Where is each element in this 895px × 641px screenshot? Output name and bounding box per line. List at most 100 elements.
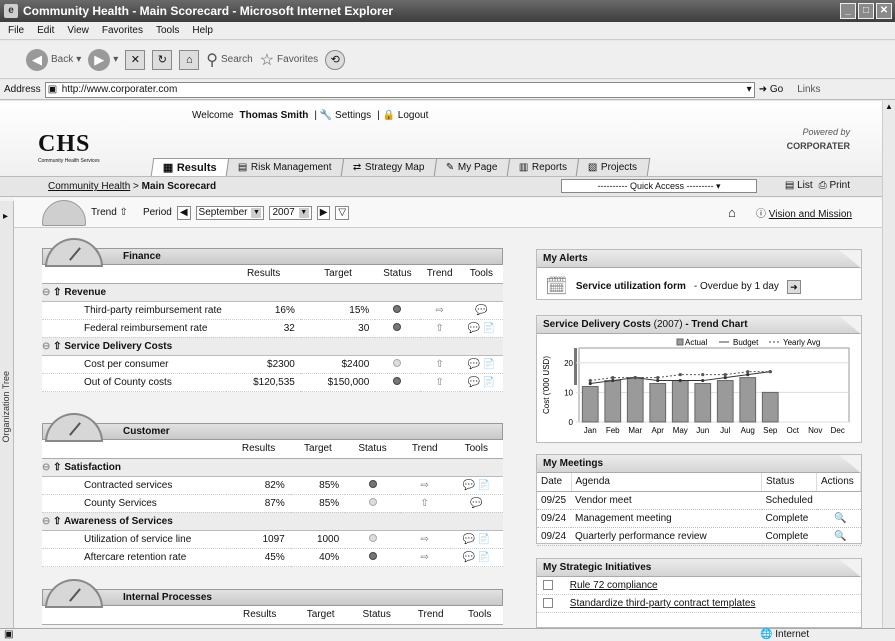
menu-edit[interactable]: Edit: [37, 25, 54, 36]
comment-icon[interactable]: 💬: [468, 323, 480, 334]
menu-view[interactable]: View: [67, 25, 89, 36]
initiative-checkbox[interactable]: [543, 580, 553, 591]
meeting-status: Scheduled: [761, 491, 817, 510]
next-period-button[interactable]: ▶: [316, 205, 331, 220]
magnify-icon[interactable]: 🔍: [834, 513, 846, 524]
forward-button[interactable]: ▶ ▾: [88, 48, 118, 71]
home-page-icon[interactable]: ⌂: [728, 205, 736, 220]
comment-icon[interactable]: 💬: [462, 480, 474, 491]
vertical-scrollbar[interactable]: ▲: [882, 101, 895, 628]
home-icon[interactable]: ⌂: [179, 49, 200, 70]
comment-icon[interactable]: ▽: [335, 205, 350, 220]
prev-period-button[interactable]: ◀: [176, 205, 191, 220]
tab-results[interactable]: ▦ Results: [150, 158, 230, 176]
year-select[interactable]: 2007 ▼: [269, 205, 312, 220]
kpi-name[interactable]: County Services: [42, 494, 227, 513]
col-status[interactable]: Status: [761, 473, 817, 492]
stop-icon[interactable]: ✕: [125, 49, 146, 70]
gauge-icon: [42, 199, 86, 226]
list-button[interactable]: ▤ List: [785, 180, 813, 191]
settings-link[interactable]: | 🔧 Settings: [314, 110, 371, 121]
kpi-row[interactable]: Third-party reimbursement rate 16% 15% ⇨ 💬: [42, 301, 503, 320]
kpi-row[interactable]: County Services 87% 85% ⇧ 💬: [42, 494, 503, 513]
menu-tools[interactable]: Tools: [156, 25, 179, 36]
document-icon[interactable]: 📄: [483, 377, 495, 388]
links-button[interactable]: Links: [797, 84, 820, 95]
kpi-name[interactable]: Third-party reimbursement rate: [42, 301, 227, 320]
comment-icon[interactable]: 💬: [470, 498, 482, 509]
address-input[interactable]: ▣ http://www.corporater.com ▾: [44, 81, 755, 98]
trend-toggle[interactable]: Trend ⇧: [91, 207, 128, 218]
section-row[interactable]: ⊖ ⇧ Satisfaction: [42, 458, 503, 477]
collapse-icon[interactable]: ⊖: [42, 287, 50, 298]
back-button[interactable]: ◀ Back ▾: [26, 48, 81, 71]
document-icon[interactable]: 📄: [478, 534, 490, 545]
comment-icon[interactable]: 💬: [468, 377, 480, 388]
tab-risk-management[interactable]: ▤ Risk Management: [225, 158, 345, 176]
kpi-name[interactable]: Contracted services: [42, 476, 227, 495]
kpi-row[interactable]: Contracted services 82% 85% ⇨ 💬 📄: [42, 476, 503, 495]
refresh-icon[interactable]: ↻: [152, 49, 173, 70]
open-alert-icon[interactable]: ➜: [786, 279, 801, 294]
favorites-button[interactable]: ☆ Favorites: [260, 50, 318, 70]
meeting-row[interactable]: 09/24 Quarterly performance review Complet…: [537, 527, 861, 546]
kpi-name[interactable]: Federal reimbursement rate: [42, 319, 227, 338]
menu-file[interactable]: File: [8, 25, 24, 36]
kpi-row[interactable]: Utilization of service line 1097 1000 ⇨ 💬 📄: [42, 530, 503, 549]
kpi-name[interactable]: Out of County costs: [42, 373, 227, 392]
document-icon[interactable]: 📄: [478, 480, 490, 491]
initiative-item[interactable]: Standardize third-party contract templat…: [537, 595, 861, 613]
tab-my-page[interactable]: ✎ My Page: [433, 158, 511, 176]
section-row[interactable]: ⊖ ⇧ Revenue: [42, 283, 503, 302]
comment-icon[interactable]: 💬: [462, 552, 474, 563]
initiative-checkbox[interactable]: [543, 598, 553, 609]
initiative-item[interactable]: Rule 72 compliance: [537, 577, 861, 595]
document-icon[interactable]: 📄: [483, 323, 495, 334]
kpi-row[interactable]: Aftercare retention rate 45% 40% ⇨ 💬 📄: [42, 548, 503, 567]
col-actions[interactable]: Actions: [816, 473, 861, 492]
comment-icon[interactable]: 💬: [462, 534, 474, 545]
maximize-button[interactable]: □: [858, 3, 874, 19]
meeting-row[interactable]: 09/25 Vendor meet Scheduled: [537, 491, 861, 510]
kpi-name[interactable]: Utilization of service line: [42, 530, 227, 549]
kpi-name[interactable]: Aftercare retention rate: [42, 548, 227, 567]
kpi-name[interactable]: Cost per consumer: [42, 355, 227, 374]
close-button[interactable]: ✕: [876, 3, 892, 19]
alert-item[interactable]: Service utilization form: [576, 281, 686, 292]
tab-projects[interactable]: ▧ Projects: [576, 158, 651, 176]
month-select[interactable]: September ▼: [195, 205, 265, 220]
kpi-row[interactable]: Federal reimbursement rate 32 30 ⇧ 💬 📄: [42, 319, 503, 338]
organization-tree-toggle[interactable]: ▸ Organization Tree: [0, 201, 14, 628]
logout-link[interactable]: | 🔒 Logout: [377, 110, 428, 121]
history-icon[interactable]: ⟲: [325, 49, 346, 70]
document-icon[interactable]: 📄: [483, 359, 495, 370]
kpi-row[interactable]: Cost per consumer $2300 $2400 ⇧ 💬 📄: [42, 355, 503, 374]
collapse-icon[interactable]: ⊖: [42, 516, 50, 527]
meeting-row[interactable]: 09/24 Management meeting Complete 🔍: [537, 509, 861, 528]
breadcrumb-root[interactable]: Community Health: [48, 181, 130, 192]
col-agenda[interactable]: Agenda: [571, 473, 762, 492]
gauge-icon: [45, 579, 103, 608]
section-row[interactable]: ⊖ ⇧ Awareness of Services: [42, 512, 503, 531]
search-button[interactable]: ⚲ Search: [206, 50, 252, 70]
quick-access-select[interactable]: ---------- Quick Access --------- ▾: [561, 179, 757, 193]
menu-favorites[interactable]: Favorites: [102, 25, 143, 36]
collapse-icon[interactable]: ⊖: [42, 341, 50, 352]
menu-help[interactable]: Help: [192, 25, 213, 36]
minimize-button[interactable]: _: [840, 3, 856, 19]
comment-icon[interactable]: 💬: [475, 305, 487, 316]
section-row[interactable]: ⊖ ⇧ Service Delivery Costs: [42, 337, 503, 356]
trend-chart-title: Service Delivery Costs (2007) - Trend Ch…: [537, 316, 861, 334]
comment-icon[interactable]: 💬: [468, 359, 480, 370]
collapse-icon[interactable]: ⊖: [42, 462, 50, 473]
go-button[interactable]: ➜ Go: [759, 84, 784, 95]
vision-mission-link[interactable]: ⓘ Vision and Mission: [756, 205, 852, 220]
print-button[interactable]: ⎙ Print: [819, 180, 850, 191]
tab-reports[interactable]: ▥ Reports: [506, 158, 580, 176]
kpi-row[interactable]: Out of County costs $120,535 $150,000 ⇧ 💬 📄: [42, 373, 503, 392]
scroll-up-icon[interactable]: ▲: [883, 102, 893, 111]
magnify-icon[interactable]: 🔍: [834, 531, 846, 542]
tab-strategy-map[interactable]: ⇄ Strategy Map: [340, 158, 438, 176]
col-date[interactable]: Date: [537, 473, 572, 492]
document-icon[interactable]: 📄: [478, 552, 490, 563]
